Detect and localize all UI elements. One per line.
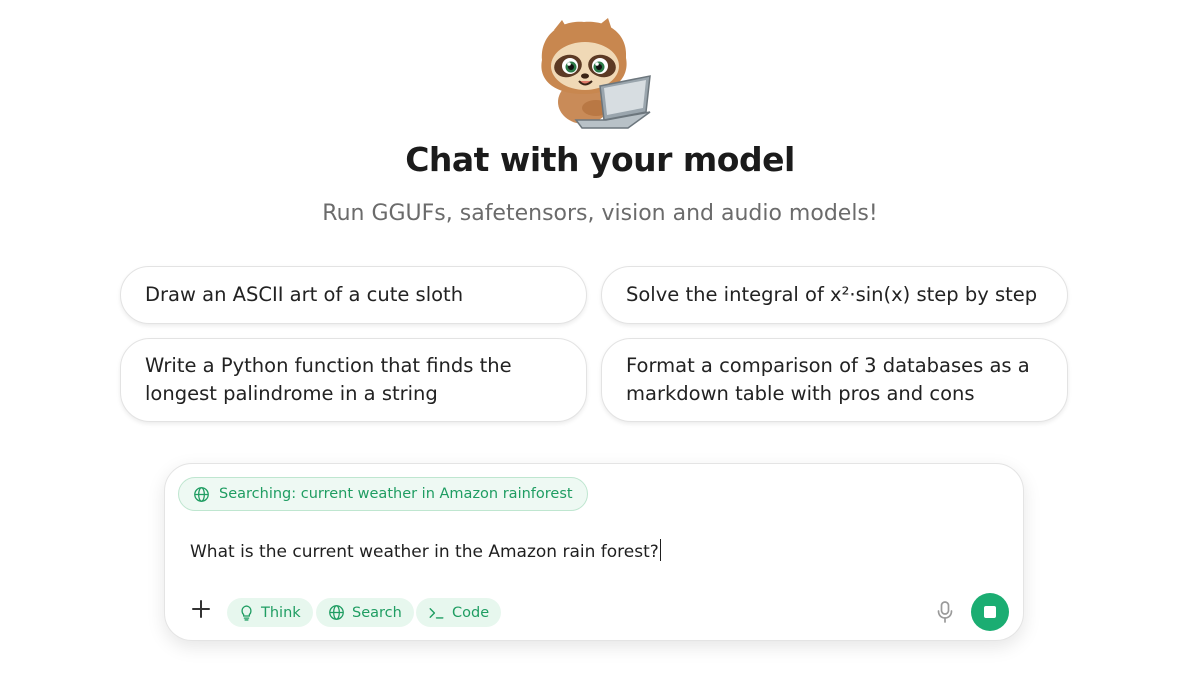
code-label: Code <box>452 604 490 621</box>
page-title: Chat with your model <box>405 140 795 179</box>
suggestion-text: Draw an ASCII art of a cute sloth <box>145 283 464 306</box>
suggestion-text: Write a Python function that finds the l… <box>145 354 512 405</box>
message-input-text: What is the current weather in the Amazo… <box>190 542 659 562</box>
terminal-icon <box>429 607 444 619</box>
chat-home: Chat with your model Run GGUFs, safetens… <box>0 0 1200 675</box>
sloth-mascot-icon <box>541 18 651 129</box>
search-status-chip: Searching: current weather in Amazon rai… <box>178 477 588 511</box>
suggestion-card-databases[interactable]: Format a comparison of 3 databases as a … <box>601 338 1068 422</box>
suggestion-text: Solve the integral of x²·sin(x) step by … <box>626 283 1038 306</box>
suggestion-text: Format a comparison of 3 databases as a … <box>626 354 1030 405</box>
message-composer: Searching: current weather in Amazon rai… <box>164 463 1024 641</box>
globe-icon <box>329 605 344 620</box>
suggestion-card-palindrome[interactable]: Write a Python function that finds the l… <box>120 338 587 422</box>
globe-icon <box>194 486 209 502</box>
code-toggle-button[interactable]: Code <box>416 598 502 627</box>
stop-icon <box>984 606 996 618</box>
text-caret <box>659 539 662 561</box>
suggestion-card-integral[interactable]: Solve the integral of x²·sin(x) step by … <box>601 266 1068 324</box>
search-status-text: Searching: current weather in Amazon rai… <box>219 486 573 502</box>
stop-generation-button[interactable] <box>971 593 1009 631</box>
think-label: Think <box>261 604 301 621</box>
search-toggle-button[interactable]: Search <box>316 598 414 627</box>
think-toggle-button[interactable]: Think <box>227 598 313 627</box>
plus-icon[interactable] <box>190 598 212 620</box>
page-subtitle: Run GGUFs, safetensors, vision and audio… <box>322 201 878 226</box>
search-label: Search <box>352 604 402 621</box>
lightbulb-icon <box>241 605 252 621</box>
message-input[interactable]: What is the current weather in the Amazo… <box>190 539 662 562</box>
suggestion-card-ascii-sloth[interactable]: Draw an ASCII art of a cute sloth <box>120 266 587 324</box>
microphone-icon[interactable] <box>936 600 954 624</box>
